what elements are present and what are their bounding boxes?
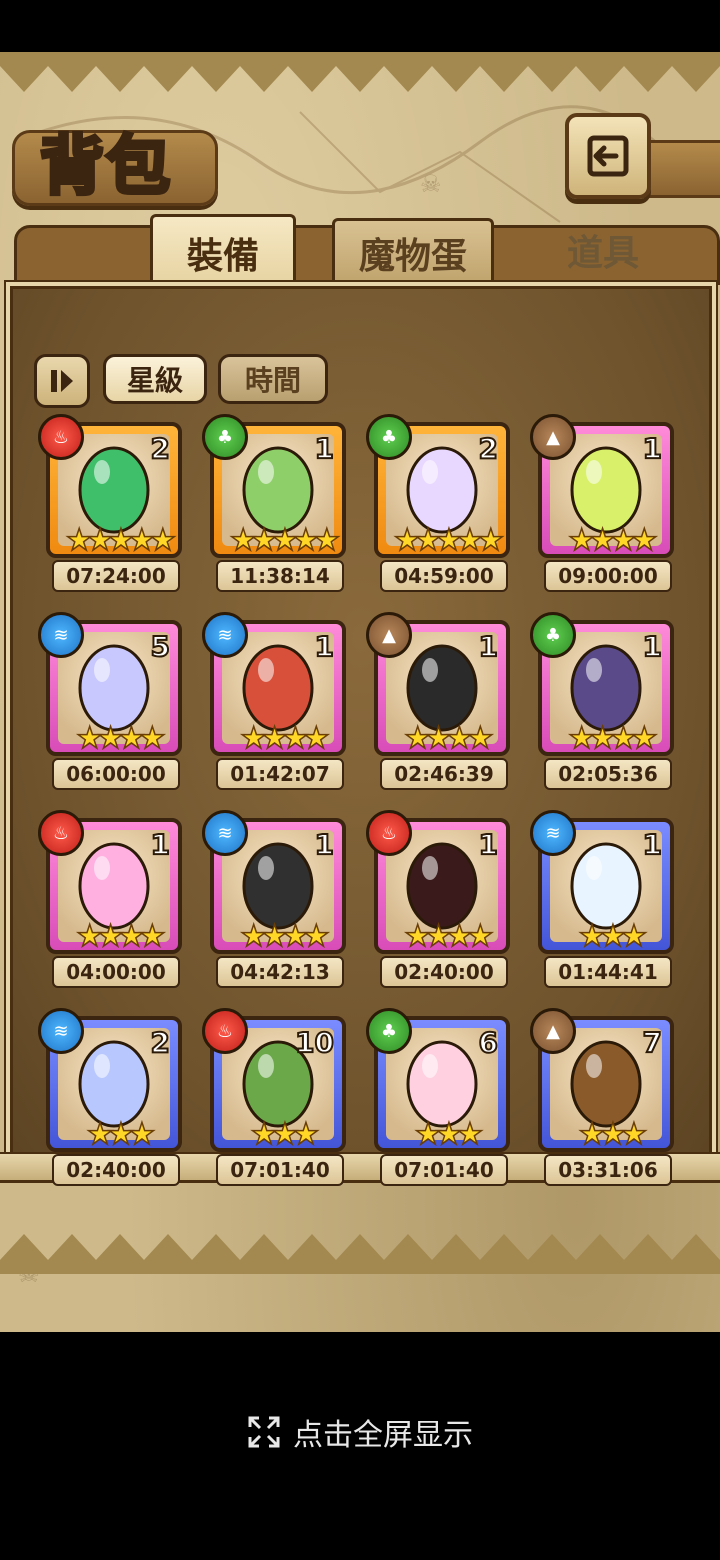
- egg-hatch-timer: 02:40:00: [52, 1154, 180, 1186]
- egg-count: 1: [313, 431, 335, 466]
- egg-star-rating: ★★★★: [567, 721, 658, 757]
- fire-element-icon: ♨: [38, 810, 84, 856]
- egg-card[interactable]: 2 ★★★★★ ♨ 07:24:00: [38, 414, 182, 592]
- egg-hatch-timer: 07:01:40: [216, 1154, 344, 1186]
- egg-card[interactable]: 1 ★★★★ ▲ 02:46:39: [366, 612, 510, 790]
- egg-hatch-timer: 02:46:39: [380, 758, 508, 790]
- fire-element-icon: ♨: [366, 810, 412, 856]
- top-border-zigzag: [0, 52, 720, 92]
- egg-card[interactable]: 1 ★★★★★ ♣ 11:38:14: [202, 414, 346, 592]
- egg-card[interactable]: 2 ★★★★★ ♣ 04:59:00: [366, 414, 510, 592]
- egg-count: 1: [313, 629, 335, 664]
- egg-card[interactable]: 10 ★★★ ♨ 07:01:40: [202, 1008, 346, 1186]
- earth-element-icon: ▲: [530, 1008, 576, 1054]
- egg-hatch-timer: 01:44:41: [544, 956, 672, 988]
- egg-card[interactable]: 1 ★★★★ ♨ 04:00:00: [38, 810, 182, 988]
- fire-element-icon: ♨: [202, 1008, 248, 1054]
- egg-star-rating: ★★★★★: [65, 523, 177, 559]
- egg-star-rating: ★★★★: [403, 919, 494, 955]
- egg-count: 10: [294, 1025, 335, 1060]
- egg-star-rating: ★★★: [578, 919, 648, 955]
- egg-star-rating: ★★★: [578, 1117, 648, 1153]
- egg-hatch-timer: 07:01:40: [380, 1154, 508, 1186]
- egg-count: 1: [641, 629, 663, 664]
- earth-element-icon: ▲: [530, 414, 576, 460]
- egg-star-rating: ★★★★: [239, 919, 330, 955]
- egg-card[interactable]: 1 ★★★★ ♣ 02:05:36: [530, 612, 674, 790]
- water-element-icon: ≋: [202, 810, 248, 856]
- egg-count: 1: [313, 827, 335, 862]
- water-element-icon: ≋: [202, 612, 248, 658]
- egg-star-rating: ★★★★: [239, 721, 330, 757]
- tab-equipment[interactable]: 裝備: [150, 214, 296, 289]
- water-element-icon: ≋: [38, 1008, 84, 1054]
- egg-hatch-timer: 02:40:00: [380, 956, 508, 988]
- back-button[interactable]: [565, 113, 651, 199]
- fullscreen-hint[interactable]: 点击全屏显示: [0, 1408, 720, 1456]
- page-title: 背包: [38, 127, 172, 206]
- egg-card[interactable]: 1 ★★★★ ≋ 04:42:13: [202, 810, 346, 988]
- egg-card[interactable]: 1 ★★★★ ▲ 09:00:00: [530, 414, 674, 592]
- egg-count: 1: [641, 431, 663, 466]
- egg-count: 2: [149, 431, 171, 466]
- egg-card[interactable]: 7 ★★★ ▲ 03:31:06: [530, 1008, 674, 1186]
- back-arrow-icon: [587, 135, 629, 177]
- earth-element-icon: ▲: [366, 612, 412, 658]
- egg-hatch-timer: 07:24:00: [52, 560, 180, 592]
- egg-star-rating: ★★★★: [403, 721, 494, 757]
- water-element-icon: ≋: [530, 810, 576, 856]
- tab-monster-egg[interactable]: 魔物蛋: [332, 218, 494, 285]
- egg-card[interactable]: 2 ★★★ ≋ 02:40:00: [38, 1008, 182, 1186]
- egg-card[interactable]: 5 ★★★★ ≋ 06:00:00: [38, 612, 182, 790]
- egg-card[interactable]: 6 ★★★ ♣ 07:01:40: [366, 1008, 510, 1186]
- egg-count: 1: [477, 629, 499, 664]
- egg-count: 1: [149, 827, 171, 862]
- water-element-icon: ≋: [38, 612, 84, 658]
- egg-count: 7: [641, 1025, 663, 1060]
- leaf-element-icon: ♣: [530, 612, 576, 658]
- egg-star-rating: ★★★★: [567, 523, 658, 559]
- sort-by-stars-button[interactable]: 星級: [103, 354, 207, 404]
- egg-count: 2: [149, 1025, 171, 1060]
- sort-order-toggle[interactable]: [34, 354, 90, 408]
- fullscreen-expand-icon: [248, 1416, 280, 1448]
- egg-hatch-timer: 02:05:36: [544, 758, 672, 790]
- tab-items[interactable]: 道具: [528, 218, 678, 282]
- egg-hatch-timer: 11:38:14: [216, 560, 344, 592]
- egg-hatch-timer: 04:59:00: [380, 560, 508, 592]
- egg-star-rating: ★★★★: [75, 919, 166, 955]
- egg-star-rating: ★★★: [250, 1117, 320, 1153]
- egg-hatch-timer: 03:31:06: [544, 1154, 672, 1186]
- egg-hatch-timer: 04:00:00: [52, 956, 180, 988]
- egg-card[interactable]: 1 ★★★★ ≋ 01:42:07: [202, 612, 346, 790]
- fire-element-icon: ♨: [38, 414, 84, 460]
- egg-hatch-timer: 01:42:07: [216, 758, 344, 790]
- sort-by-time-button[interactable]: 時間: [218, 354, 328, 404]
- egg-count: 2: [477, 431, 499, 466]
- fullscreen-hint-label: 点击全屏显示: [293, 1418, 473, 1453]
- leaf-element-icon: ♣: [366, 414, 412, 460]
- egg-hatch-timer: 09:00:00: [544, 560, 672, 592]
- egg-star-rating: ★★★★★: [229, 523, 341, 559]
- egg-hatch-timer: 06:00:00: [52, 758, 180, 790]
- sort-toggle-icon: [51, 370, 73, 392]
- egg-hatch-timer: 04:42:13: [216, 956, 344, 988]
- svg-text:☠: ☠: [420, 170, 442, 198]
- bottom-border-zigzag: [0, 1234, 720, 1274]
- egg-count: 1: [477, 827, 499, 862]
- egg-star-rating: ★★★: [86, 1117, 156, 1153]
- egg-card[interactable]: 1 ★★★ ≋ 01:44:41: [530, 810, 674, 988]
- leaf-element-icon: ♣: [202, 414, 248, 460]
- egg-star-rating: ★★★★: [75, 721, 166, 757]
- egg-count: 5: [149, 629, 171, 664]
- egg-count: 1: [641, 827, 663, 862]
- egg-count: 6: [477, 1025, 499, 1060]
- egg-star-rating: ★★★: [414, 1117, 484, 1153]
- leaf-element-icon: ♣: [366, 1008, 412, 1054]
- egg-star-rating: ★★★★★: [393, 523, 505, 559]
- egg-card[interactable]: 1 ★★★★ ♨ 02:40:00: [366, 810, 510, 988]
